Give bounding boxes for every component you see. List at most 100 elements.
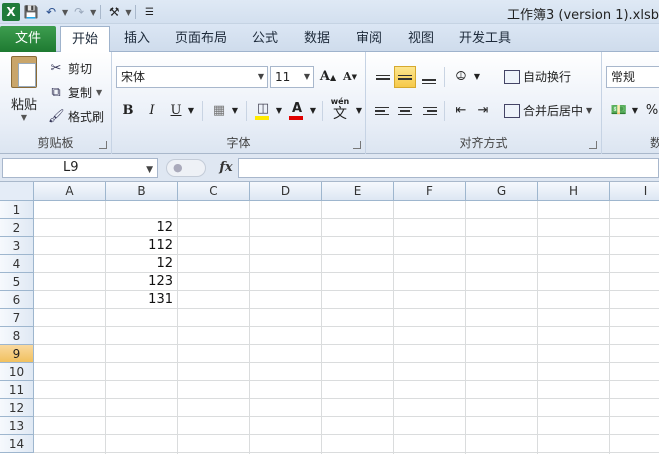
row-header-10[interactable]: 10	[0, 363, 34, 381]
row-header-3[interactable]: 3	[0, 237, 34, 255]
align-bottom-button[interactable]	[418, 66, 440, 88]
cut-button[interactable]: ✂ 剪切	[48, 58, 92, 78]
align-right-button[interactable]	[418, 100, 440, 122]
tab-home[interactable]: 开始	[60, 26, 110, 53]
grow-font-button[interactable]: A▲	[318, 66, 338, 88]
bold-button[interactable]: B	[118, 100, 138, 122]
column-header-f[interactable]: F	[394, 182, 466, 201]
align-middle-button[interactable]	[394, 66, 416, 88]
italic-button[interactable]: I	[142, 100, 162, 122]
row-header-2[interactable]: 2	[0, 219, 34, 237]
phonetic-guide-button[interactable]: wén 文	[326, 96, 354, 124]
name-box-dropdown-icon[interactable]: ▼	[146, 161, 153, 179]
font-name-select[interactable]: 宋体 ▼	[116, 66, 268, 88]
fill-color-button[interactable]: ◫	[252, 98, 274, 122]
percent-style-button[interactable]: %	[644, 100, 659, 122]
save-icon[interactable]: 💾	[22, 3, 40, 21]
customize-qat-icon[interactable]: ☰	[140, 3, 158, 21]
tab-file[interactable]: 文件	[0, 26, 56, 52]
shrink-font-button[interactable]: A▼	[340, 66, 360, 88]
column-header-e[interactable]: E	[322, 182, 394, 201]
redo-dropdown-icon[interactable]: ▼	[90, 8, 96, 17]
row-header-8[interactable]: 8	[0, 327, 34, 345]
tab-review[interactable]: 审阅	[348, 26, 390, 52]
paste-button[interactable]: 粘贴 ▼	[6, 56, 42, 126]
column-header-h[interactable]: H	[538, 182, 610, 201]
font-separator	[202, 101, 203, 121]
underline-dropdown-icon[interactable]: ▼	[186, 100, 196, 122]
column-header-d[interactable]: D	[250, 182, 322, 201]
tab-formulas[interactable]: 公式	[244, 26, 286, 52]
font-dialog-launcher-icon[interactable]	[353, 141, 361, 149]
font-color-button[interactable]: A	[286, 98, 308, 122]
row-header-1[interactable]: 1	[0, 201, 34, 219]
copy-dropdown-icon[interactable]: ▼	[96, 88, 102, 97]
undo-dropdown-icon[interactable]: ▼	[62, 8, 68, 17]
insert-function-button[interactable]: fx	[214, 158, 238, 178]
row-header-6[interactable]: 6	[0, 291, 34, 309]
row-header-4[interactable]: 4	[0, 255, 34, 273]
copy-button[interactable]: ⧉ 复制 ▼	[48, 82, 102, 102]
borders-dropdown-icon[interactable]: ▼	[230, 100, 240, 122]
format-painter-button[interactable]: 🖌 格式刷	[48, 106, 104, 126]
number-format-select[interactable]: 常规	[606, 66, 659, 88]
formula-input[interactable]	[238, 158, 659, 178]
column-header-c[interactable]: C	[178, 182, 250, 201]
increase-indent-icon[interactable]: ⇥	[472, 100, 494, 122]
cell-b2[interactable]: 12	[106, 219, 177, 237]
row-header-7[interactable]: 7	[0, 309, 34, 327]
cell-b3[interactable]: 112	[106, 237, 177, 255]
row-header-14[interactable]: 14	[0, 435, 34, 453]
cut-label: 剪切	[68, 61, 93, 76]
tools-icon[interactable]: ⚒	[105, 3, 123, 21]
undo-icon[interactable]: ↶	[42, 3, 60, 21]
cell-b5[interactable]: 123	[106, 273, 177, 291]
column-header-g[interactable]: G	[466, 182, 538, 201]
excel-logo-icon[interactable]: X	[2, 3, 20, 21]
borders-icon[interactable]: ▦	[208, 100, 230, 122]
spreadsheet-grid[interactable]: A B C D E F G H I 1 2 3 4 5 6 7 8 9 10 11 12 13 14 12 112 12 123 13…	[0, 182, 659, 454]
accounting-format-icon[interactable]: 💵	[608, 100, 630, 122]
align-top-button[interactable]	[372, 66, 394, 88]
row-header-5[interactable]: 5	[0, 273, 34, 291]
cell-b6[interactable]: 131	[106, 291, 177, 309]
alignment-dialog-launcher-icon[interactable]	[589, 141, 597, 149]
formula-bar-resize-handle[interactable]: ●	[166, 159, 206, 177]
tab-developer[interactable]: 开发工具	[452, 26, 518, 52]
font-size-select[interactable]: 11 ▼	[270, 66, 314, 88]
fill-color-dropdown-icon[interactable]: ▼	[274, 100, 284, 122]
merge-center-button[interactable]: 合并后居中 ▼	[504, 100, 592, 122]
name-box[interactable]: L9 ▼	[2, 158, 158, 178]
row-header-13[interactable]: 13	[0, 417, 34, 435]
underline-button[interactable]: U	[166, 100, 186, 122]
phonetic-dropdown-icon[interactable]: ▼	[354, 100, 364, 122]
tab-insert[interactable]: 插入	[116, 26, 158, 52]
align-center-button[interactable]	[394, 100, 416, 122]
redo-icon[interactable]: ↷	[70, 3, 88, 21]
font-color-dropdown-icon[interactable]: ▼	[308, 100, 318, 122]
clipboard-dialog-launcher-icon[interactable]	[99, 141, 107, 149]
cell-b4[interactable]: 12	[106, 255, 177, 273]
row-header-11[interactable]: 11	[0, 381, 34, 399]
select-all-corner[interactable]	[0, 182, 34, 201]
orientation-icon[interactable]: ⦹	[450, 66, 472, 88]
row-header-9[interactable]: 9	[0, 345, 34, 363]
tools-dropdown-icon[interactable]: ▼	[125, 8, 131, 17]
tab-page-layout[interactable]: 页面布局	[170, 26, 232, 52]
gridline	[34, 398, 659, 399]
orientation-dropdown-icon[interactable]: ▼	[472, 66, 482, 88]
wrap-text-button[interactable]: 自动换行	[504, 66, 571, 88]
merge-dropdown-icon[interactable]: ▼	[586, 100, 592, 122]
tab-view[interactable]: 视图	[400, 26, 442, 52]
column-header-b[interactable]: B	[106, 182, 178, 201]
gridline	[34, 452, 659, 453]
gridline	[34, 434, 659, 435]
paste-dropdown-icon[interactable]: ▼	[6, 113, 42, 122]
column-header-i[interactable]: I	[610, 182, 659, 201]
column-header-a[interactable]: A	[34, 182, 106, 201]
tab-data[interactable]: 数据	[296, 26, 338, 52]
align-left-button[interactable]	[372, 100, 394, 122]
row-header-12[interactable]: 12	[0, 399, 34, 417]
accounting-dropdown-icon[interactable]: ▼	[630, 100, 640, 122]
decrease-indent-icon[interactable]: ⇤	[450, 100, 472, 122]
